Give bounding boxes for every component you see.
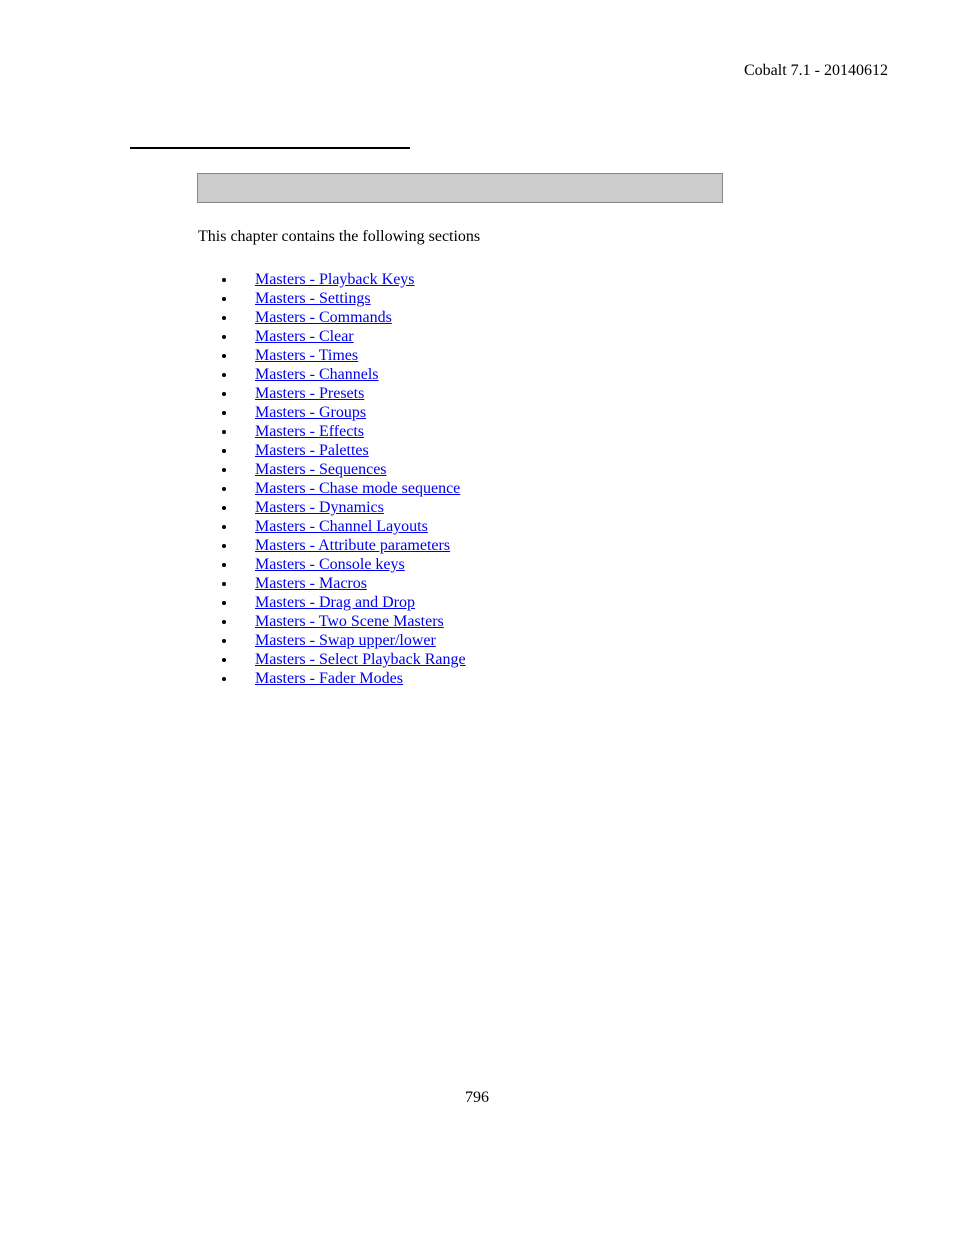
link-masters-presets[interactable]: Masters - Presets — [255, 385, 364, 402]
link-masters-dynamics[interactable]: Masters - Dynamics — [255, 499, 384, 516]
list-item: Masters - Presets — [237, 384, 466, 403]
link-masters-settings[interactable]: Masters - Settings — [255, 290, 371, 307]
link-masters-groups[interactable]: Masters - Groups — [255, 404, 366, 421]
list-item: Masters - Drag and Drop — [237, 593, 466, 612]
page-container: Cobalt 7.1 - 20140612 This chapter conta… — [0, 0, 954, 1235]
link-masters-channel-layouts[interactable]: Masters - Channel Layouts — [255, 518, 428, 535]
list-item: Masters - Palettes — [237, 441, 466, 460]
link-masters-macros[interactable]: Masters - Macros — [255, 575, 367, 592]
intro-text: This chapter contains the following sect… — [198, 228, 480, 246]
link-masters-console-keys[interactable]: Masters - Console keys — [255, 556, 405, 573]
list-item: Masters - Commands — [237, 308, 466, 327]
link-masters-times[interactable]: Masters - Times — [255, 347, 358, 364]
link-masters-clear[interactable]: Masters - Clear — [255, 328, 354, 345]
section-title-bar — [197, 173, 723, 203]
link-masters-playback-keys[interactable]: Masters - Playback Keys — [255, 271, 415, 288]
list-item: Masters - Swap upper/lower — [237, 631, 466, 650]
list-item: Masters - Dynamics — [237, 498, 466, 517]
link-masters-two-scene-masters[interactable]: Masters - Two Scene Masters — [255, 613, 444, 630]
link-masters-select-playback-range[interactable]: Masters - Select Playback Range — [255, 651, 466, 668]
link-list: Masters - Playback Keys Masters - Settin… — [237, 270, 466, 688]
link-masters-sequences[interactable]: Masters - Sequences — [255, 461, 387, 478]
list-item: Masters - Channels — [237, 365, 466, 384]
horizontal-rule — [130, 147, 410, 149]
list-item: Masters - Channel Layouts — [237, 517, 466, 536]
list-item: Masters - Playback Keys — [237, 270, 466, 289]
link-masters-effects[interactable]: Masters - Effects — [255, 423, 364, 440]
list-item: Masters - Effects — [237, 422, 466, 441]
page-number: 796 — [0, 1089, 954, 1107]
list-item: Masters - Settings — [237, 289, 466, 308]
link-masters-channels[interactable]: Masters - Channels — [255, 366, 379, 383]
link-masters-palettes[interactable]: Masters - Palettes — [255, 442, 369, 459]
link-masters-attribute-parameters[interactable]: Masters - Attribute parameters — [255, 537, 450, 554]
link-masters-chase-mode-sequence[interactable]: Masters - Chase mode sequence — [255, 480, 460, 497]
header-version: Cobalt 7.1 - 20140612 — [744, 62, 888, 80]
list-item: Masters - Sequences — [237, 460, 466, 479]
list-item: Masters - Select Playback Range — [237, 650, 466, 669]
list-item: Masters - Two Scene Masters — [237, 612, 466, 631]
list-item: Masters - Attribute parameters — [237, 536, 466, 555]
link-masters-drag-and-drop[interactable]: Masters - Drag and Drop — [255, 594, 415, 611]
list-item: Masters - Macros — [237, 574, 466, 593]
link-masters-commands[interactable]: Masters - Commands — [255, 309, 392, 326]
list-item: Masters - Clear — [237, 327, 466, 346]
link-masters-fader-modes[interactable]: Masters - Fader Modes — [255, 670, 403, 687]
list-item: Masters - Fader Modes — [237, 669, 466, 688]
list-item: Masters - Chase mode sequence — [237, 479, 466, 498]
list-item: Masters - Times — [237, 346, 466, 365]
list-item: Masters - Console keys — [237, 555, 466, 574]
list-item: Masters - Groups — [237, 403, 466, 422]
link-masters-swap-upper-lower[interactable]: Masters - Swap upper/lower — [255, 632, 436, 649]
